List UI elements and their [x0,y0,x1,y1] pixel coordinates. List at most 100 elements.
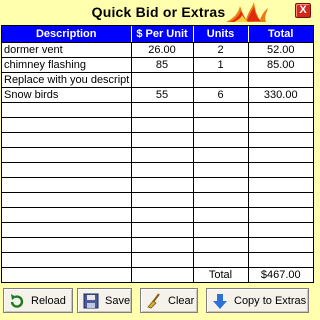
table-row: Snow birds 55 6 330.00 [2,87,313,103]
cell-per-unit[interactable] [131,132,194,148]
cell-description[interactable] [2,207,132,223]
broom-icon [147,292,160,308]
cell-per-unit[interactable] [131,252,194,268]
cell-description[interactable] [2,252,132,268]
arrow-down-icon [213,293,227,309]
table-row: dormer vent 26.00 2 52.00 [2,42,313,58]
cell-per-unit[interactable] [131,192,194,208]
clear-label: Clear [168,294,195,307]
cell-total[interactable] [248,207,313,223]
cell-description[interactable] [2,162,132,178]
cell-description[interactable] [2,237,132,253]
header-units[interactable]: Units [193,26,249,43]
cell-description[interactable]: chimney flashing [2,57,132,73]
cell-units[interactable] [193,207,249,223]
header-total[interactable]: Total [248,26,313,43]
cell-total[interactable] [248,147,313,163]
total-label: Total [193,267,249,282]
total-row: Total $467.00 [2,267,313,282]
copy-to-extras-label: Copy to Extras [234,294,307,307]
table-row [2,222,313,238]
cell-total[interactable] [248,222,313,238]
save-label: Save [105,294,131,307]
total-spacer [2,267,132,282]
cell-description[interactable] [2,192,132,208]
bid-table: Description $ Per Unit Units Total dorme… [2,26,313,282]
cell-total[interactable] [248,252,313,268]
clear-button[interactable]: Clear [140,288,198,313]
cell-units[interactable] [193,132,249,148]
header-description[interactable]: Description [2,26,132,43]
header-per-unit[interactable]: $ Per Unit [131,26,194,43]
cell-description[interactable] [2,132,132,148]
cell-description[interactable]: Replace with you descript [2,72,132,88]
reload-button[interactable]: Reload [3,288,73,313]
table-row [2,117,313,133]
table-row [2,177,313,193]
cell-total[interactable] [248,237,313,253]
cell-total[interactable]: 330.00 [248,87,313,103]
cell-description[interactable] [2,102,132,118]
cell-total[interactable] [248,72,313,88]
cell-units[interactable] [193,117,249,133]
cell-per-unit[interactable] [131,117,194,133]
cell-total[interactable] [248,192,313,208]
cell-total[interactable]: 52.00 [248,42,313,58]
grid-body: dormer vent 26.00 2 52.00 chimney flashing 85… [2,42,313,268]
reload-icon [10,293,24,308]
cell-description[interactable] [2,117,132,133]
copy-to-extras-button[interactable]: Copy to Extras [206,288,309,313]
save-button[interactable]: Save [77,288,132,313]
cell-total[interactable] [248,132,313,148]
cell-description[interactable] [2,147,132,163]
cell-units[interactable]: 2 [193,42,249,58]
table-row [2,132,313,148]
table-row: Replace with you descript [2,72,313,88]
header-row: Description $ Per Unit Units Total [2,26,313,43]
cell-per-unit[interactable]: 85 [131,57,194,73]
cell-per-unit[interactable]: 26.00 [131,42,194,58]
cell-units[interactable]: 6 [193,87,249,103]
bid-grid: Description $ Per Unit Units Total dorme… [1,25,314,283]
cell-units[interactable] [193,252,249,268]
table-row [2,237,313,253]
cell-total[interactable] [248,177,313,193]
cell-units[interactable] [193,237,249,253]
cell-description[interactable]: Snow birds [2,87,132,103]
flame-logo-icon [226,2,268,22]
cell-total[interactable] [248,117,313,133]
cell-per-unit[interactable] [131,237,194,253]
cell-per-unit[interactable] [131,207,194,223]
cell-units[interactable] [193,192,249,208]
table-row [2,252,313,268]
cell-units[interactable] [193,102,249,118]
total-spacer [131,267,194,282]
table-row [2,192,313,208]
cell-total[interactable] [248,102,313,118]
table-row [2,207,313,223]
cell-per-unit[interactable] [131,147,194,163]
reload-label: Reload [31,294,66,307]
cell-units[interactable]: 1 [193,57,249,73]
cell-units[interactable] [193,147,249,163]
cell-per-unit[interactable] [131,177,194,193]
cell-total[interactable] [248,162,313,178]
cell-units[interactable] [193,162,249,178]
cell-description[interactable]: dormer vent [2,42,132,58]
table-row: chimney flashing 85 1 85.00 [2,57,313,73]
cell-per-unit[interactable] [131,222,194,238]
cell-description[interactable] [2,222,132,238]
floppy-disk-icon [83,293,99,308]
cell-per-unit[interactable] [131,102,194,118]
cell-per-unit[interactable] [131,72,194,88]
cell-total[interactable]: 85.00 [248,57,313,73]
cell-per-unit[interactable]: 55 [131,87,194,103]
cell-units[interactable] [193,72,249,88]
total-value: $467.00 [260,268,301,281]
cell-units[interactable] [193,222,249,238]
close-button[interactable]: X [295,3,311,18]
cell-per-unit[interactable] [131,162,194,178]
cell-description[interactable] [2,177,132,193]
cell-units[interactable] [193,177,249,193]
table-row [2,147,313,163]
